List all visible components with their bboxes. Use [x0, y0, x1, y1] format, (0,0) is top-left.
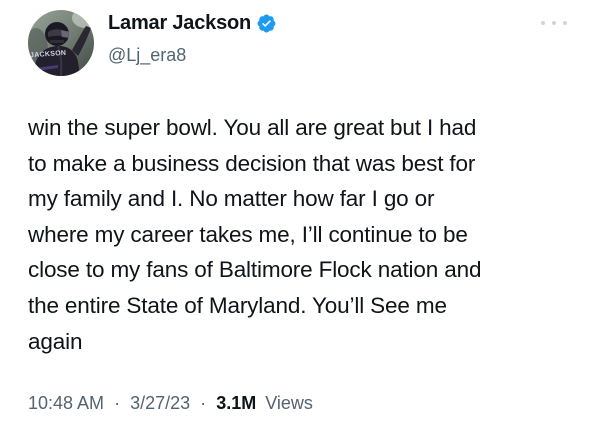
more-options-icon[interactable]	[541, 17, 567, 29]
tweet-text: win the super bowl. You all are great bu…	[28, 115, 482, 354]
more-dot	[552, 21, 556, 25]
more-dot	[541, 21, 545, 25]
more-dot	[563, 21, 567, 25]
meta-separator: ·	[200, 393, 207, 413]
verified-badge-icon	[256, 13, 277, 34]
avatar[interactable]: JACKSON	[28, 10, 94, 76]
tweet-date[interactable]: 3/27/23	[130, 393, 190, 413]
display-name[interactable]: Lamar Jackson	[108, 12, 251, 35]
views-label[interactable]: Views	[265, 393, 313, 413]
views-count: 3.1M	[216, 393, 257, 413]
tweet: JACKSON Lamar Jackson @Lj_era8 win the s…	[0, 0, 595, 440]
tweet-time[interactable]: 10:48 AM	[28, 393, 104, 413]
name-row: Lamar Jackson	[108, 12, 277, 35]
meta-separator: ·	[114, 393, 121, 413]
tweet-meta: 10:48 AM · 3/27/23 · 3.1M Views	[28, 393, 313, 414]
avatar-photo	[28, 10, 94, 76]
user-handle[interactable]: @Lj_era8	[108, 45, 186, 66]
